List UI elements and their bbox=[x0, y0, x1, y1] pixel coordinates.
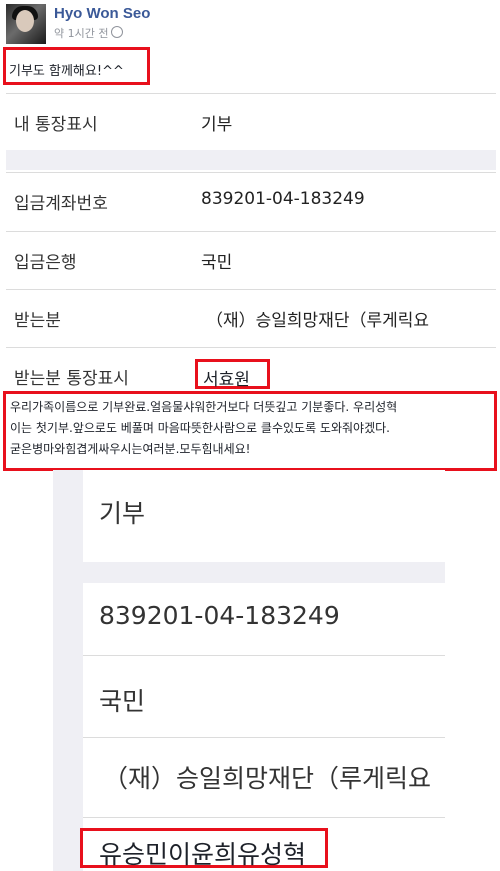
recipient-memo-value: 서효원 bbox=[195, 359, 270, 390]
row-bank: 입금은행 국민 bbox=[6, 231, 496, 288]
row-value: 국민 bbox=[201, 253, 233, 273]
row-value: （재）승일희망재단（루게릭요 bbox=[206, 311, 430, 331]
post-text: 기부도 함께해요!^^ bbox=[3, 47, 150, 85]
bank-transfer-screenshot: 내 통장표시 기부 입금계좌번호 839201-04-183249 입금은행 국… bbox=[6, 93, 496, 391]
account-value: 839201-04-183249 bbox=[99, 601, 340, 630]
row-account: 입금계좌번호 839201-04-183249 bbox=[6, 172, 496, 229]
row-recipient: 받는분 （재）승일희망재단（루게릭요 bbox=[6, 289, 496, 346]
timestamp-text: 약 1시간 전 bbox=[54, 27, 109, 40]
comment-line: 이는 첫기부.앞으로도 베풀며 마음따뜻한사람으로 클수있도록 도와줘야겠다. bbox=[10, 421, 390, 435]
divider bbox=[83, 817, 445, 818]
row-label: 입금은행 bbox=[14, 253, 77, 273]
comment-line: 우리가족이름으로 기부완료.얼음물샤워한거보다 더뜻깊고 기분좋다. 우리성혁 bbox=[10, 400, 398, 414]
row-label: 받는분 bbox=[14, 311, 61, 331]
post-comment: 우리가족이름으로 기부완료.얼음물샤워한거보다 더뜻깊고 기분좋다. 우리성혁 … bbox=[3, 391, 497, 471]
row-value: 839201-04-183249 bbox=[201, 189, 365, 209]
bank-transfer-screenshot-2: 기부 839201-04-183249 국민 （재）승일희망재단（루게릭요 bbox=[53, 470, 445, 871]
section-gap bbox=[6, 150, 496, 170]
memo-value: 기부 bbox=[99, 499, 146, 528]
divider bbox=[83, 655, 445, 656]
globe-icon bbox=[111, 26, 124, 38]
comment-line: 굳은병마와힘겹게싸우시는여러분.모두힘내세요! bbox=[10, 442, 251, 456]
profile-avatar[interactable] bbox=[6, 4, 46, 44]
bank-value: 국민 bbox=[99, 687, 146, 716]
row-label: 받는분 통장표시 bbox=[14, 369, 129, 389]
recipient-value: （재）승일희망재단（루게릭요 bbox=[103, 764, 432, 793]
names-value: 유승민이윤희유성혁 bbox=[80, 828, 328, 869]
row-memo: 내 통장표시 기부 bbox=[6, 93, 496, 150]
row-label: 입금계좌번호 bbox=[14, 194, 108, 214]
author-name-link[interactable]: Hyo Won Seo bbox=[54, 5, 150, 22]
row-value: 기부 bbox=[201, 115, 233, 135]
post-timestamp[interactable]: 약 1시간 전 bbox=[54, 25, 124, 41]
memo-panel: 기부 bbox=[83, 470, 445, 562]
row-label: 내 통장표시 bbox=[14, 115, 98, 135]
divider bbox=[83, 737, 445, 738]
